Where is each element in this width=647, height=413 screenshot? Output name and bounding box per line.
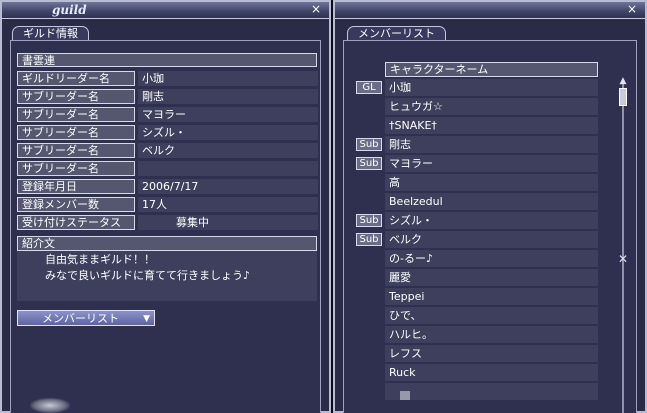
field-value: ベルク [138, 143, 318, 158]
member-status-icon [400, 391, 410, 400]
guild-name-header: 書雲連 [17, 53, 317, 67]
scroll-grip-icon[interactable]: ✕ [616, 252, 630, 266]
member-row[interactable]: の-るー♪ [385, 250, 598, 267]
field-label: サブリーダー名 [17, 143, 135, 158]
guild-window-close-button[interactable]: × [309, 2, 323, 16]
member-row[interactable]: レフス [385, 345, 598, 362]
member-row[interactable]: Beelzedul [385, 193, 598, 210]
field-value: マヨラー [138, 107, 318, 122]
member-row[interactable]: Teppei [385, 288, 598, 305]
member-list-button-label: メンバーリスト [42, 312, 119, 325]
field-value [138, 161, 318, 176]
tab-member-list[interactable]: メンバーリスト [347, 26, 446, 41]
field-value: 小珈 [138, 71, 318, 86]
field-label: サブリーダー名 [17, 125, 135, 140]
introduction-line: みなで良いギルドに育てて行きましょう♪ [45, 269, 251, 282]
member-window-titlebar[interactable]: × [335, 2, 645, 19]
scrollbar-thumb[interactable] [619, 88, 627, 106]
field-label: 登録メンバー数 [17, 197, 135, 212]
field-label: ギルドリーダー名 [17, 71, 135, 86]
member-row[interactable]: マヨラー [385, 155, 598, 172]
field-value: 2006/7/17 [138, 179, 318, 194]
field-label: 受け付けステータス [17, 215, 135, 230]
member-row[interactable] [385, 383, 598, 400]
member-row[interactable]: ひで、 [385, 307, 598, 324]
member-list-dropdown-button[interactable]: メンバーリスト ▼ [17, 310, 155, 326]
member-row[interactable]: 小珈 [385, 79, 598, 96]
field-value: 剛志 [138, 89, 318, 104]
field-value: 募集中 [138, 215, 318, 230]
scroll-up-icon[interactable]: ▲ [617, 76, 629, 86]
member-row[interactable]: シズル・ [385, 212, 598, 229]
member-row[interactable]: ベルク [385, 231, 598, 248]
introduction-label: 紹介文 [17, 236, 317, 251]
rank-badge: Sub [356, 157, 382, 170]
guild-window-title: guild [52, 3, 87, 17]
rank-badge: Sub [356, 138, 382, 151]
member-row[interactable]: Ruck [385, 364, 598, 381]
tab-guild-info[interactable]: ギルド情報 [12, 26, 89, 41]
rank-badge: Sub [356, 214, 382, 227]
rank-badge: Sub [356, 233, 382, 246]
member-row[interactable]: ハルヒ。 [385, 326, 598, 343]
emblem-icon [30, 398, 70, 413]
member-list-scrollbar[interactable] [622, 80, 624, 413]
character-name-column-header: キャラクターネーム [385, 62, 598, 77]
field-label: サブリーダー名 [17, 161, 135, 176]
guild-window-titlebar[interactable]: guild × [2, 2, 329, 19]
member-row[interactable]: ヒュウガ☆ [385, 98, 598, 115]
member-row[interactable]: †SNAKE† [385, 117, 598, 134]
field-label: サブリーダー名 [17, 89, 135, 104]
member-row[interactable]: 高 [385, 174, 598, 191]
field-label: サブリーダー名 [17, 107, 135, 122]
chevron-down-icon: ▼ [143, 314, 150, 324]
member-row[interactable]: 剛志 [385, 136, 598, 153]
introduction-text: 自由気ままギルド！！ みなで良いギルドに育てて行きましょう♪ [17, 251, 317, 301]
field-label: 登録年月日 [17, 179, 135, 194]
field-value: シズル・ [138, 125, 318, 140]
member-window-close-button[interactable]: × [625, 2, 639, 16]
introduction-line: 自由気ままギルド！！ [45, 253, 155, 266]
member-row[interactable]: 麗愛 [385, 269, 598, 286]
rank-badge: GL [356, 81, 382, 94]
field-value: 17人 [138, 197, 318, 212]
